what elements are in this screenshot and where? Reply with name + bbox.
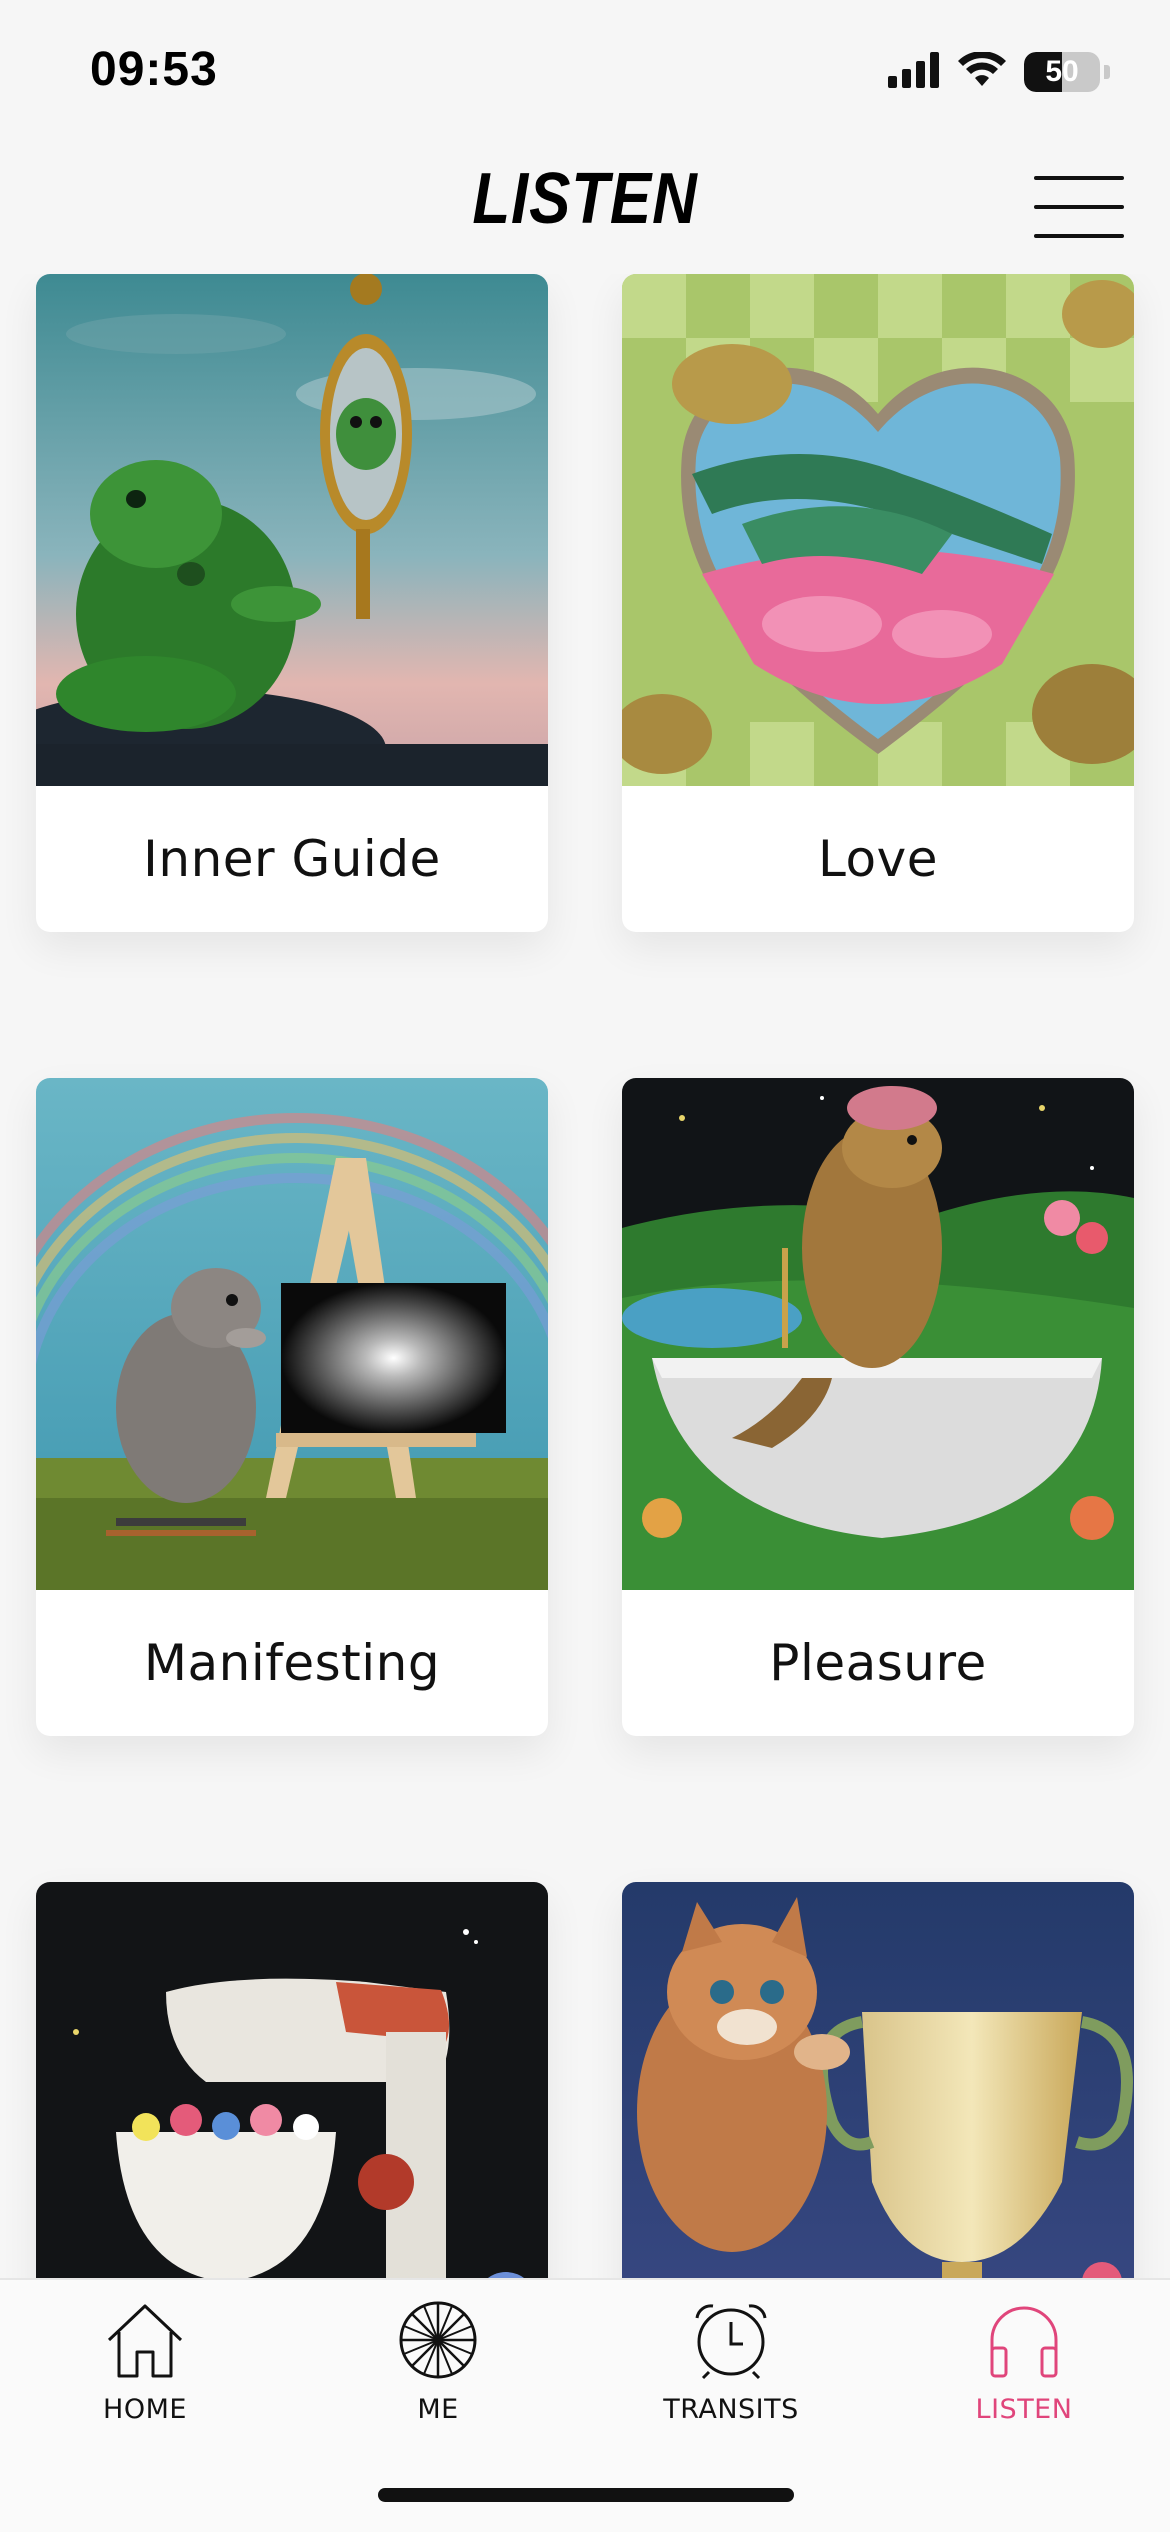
card-label: Manifesting [143, 1634, 441, 1692]
menu-line [1034, 205, 1124, 209]
battery-icon: 50 [1024, 52, 1100, 92]
battery-level: 50 [1045, 55, 1079, 88]
category-card-manifesting[interactable]: Manifesting [36, 1078, 548, 1736]
status-icons: 50 [888, 50, 1110, 94]
wifi-icon [958, 50, 1006, 93]
category-card-inner-guide[interactable]: Inner Guide [36, 274, 548, 932]
hamster-easel-image [36, 1078, 548, 1590]
hamburger-menu-button[interactable] [1034, 176, 1124, 238]
cellular-signal-icon [888, 51, 940, 93]
category-card-trophy[interactable] [622, 1882, 1134, 2278]
nav-label: LISTEN [975, 2394, 1073, 2425]
category-grid: Inner Guide Love Manifesting Pleasure [0, 274, 1170, 2278]
battery-cap [1104, 65, 1110, 79]
nav-label: HOME [103, 2394, 187, 2425]
lizards-heart-image [622, 274, 1134, 786]
home-icon [107, 2304, 183, 2378]
frog-mirror-image [36, 274, 548, 786]
home-indicator [378, 2488, 794, 2502]
status-bar: 09:53 50 [0, 0, 1170, 140]
wheel-icon [399, 2301, 477, 2379]
nav-label: TRANSITS [663, 2394, 799, 2425]
sea-lion-bathtub-image [622, 1078, 1134, 1590]
headphones-icon [990, 2306, 1058, 2378]
category-card-love[interactable]: Love [622, 274, 1134, 932]
nav-item-listen[interactable]: LISTEN [904, 2300, 1144, 2470]
stand-mixer-image [36, 1882, 548, 2278]
card-label: Love [818, 830, 938, 888]
category-card-pleasure[interactable]: Pleasure [622, 1078, 1134, 1736]
menu-line [1034, 176, 1124, 180]
nav-item-me[interactable]: ME [318, 2300, 558, 2470]
nav-item-home[interactable]: HOME [25, 2300, 265, 2470]
app-header: LISTEN [0, 140, 1170, 274]
page-title: LISTEN [472, 159, 698, 239]
nav-item-transits[interactable]: TRANSITS [611, 2300, 851, 2470]
status-time: 09:53 [90, 43, 218, 96]
nav-label: ME [417, 2394, 459, 2425]
listen-screen: 09:53 50 LISTEN Inner Guide Love Manifes… [0, 0, 1170, 2532]
menu-line [1034, 234, 1124, 238]
kitten-trophy-image [622, 1882, 1134, 2278]
card-label: Inner Guide [143, 830, 441, 888]
card-label: Pleasure [769, 1634, 987, 1692]
alarm-clock-icon [695, 2304, 767, 2380]
category-card-mixer[interactable] [36, 1882, 548, 2278]
